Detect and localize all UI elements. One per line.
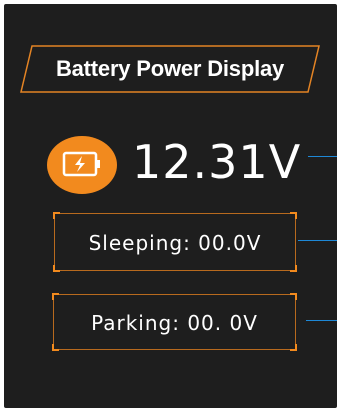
parking-voltage-label: Parking: 00. 0V (91, 311, 258, 335)
sleeping-voltage-label: Sleeping: 00.0V (88, 231, 262, 255)
battery-charging-icon (46, 135, 118, 195)
battery-power-panel: Battery Power Display 12.31V Sleeping: 0… (4, 4, 337, 408)
title-banner: Battery Power Display (20, 45, 320, 93)
sleeping-connector-line (298, 240, 337, 241)
sleeping-voltage-box: Sleeping: 00.0V (53, 212, 297, 272)
parking-connector-line (306, 320, 337, 321)
parking-voltage-box: Parking: 00. 0V (52, 293, 297, 351)
battery-voltage-value: 12.31V (132, 135, 302, 189)
page-title: Battery Power Display (55, 56, 285, 81)
voltage-connector-line (308, 156, 337, 157)
